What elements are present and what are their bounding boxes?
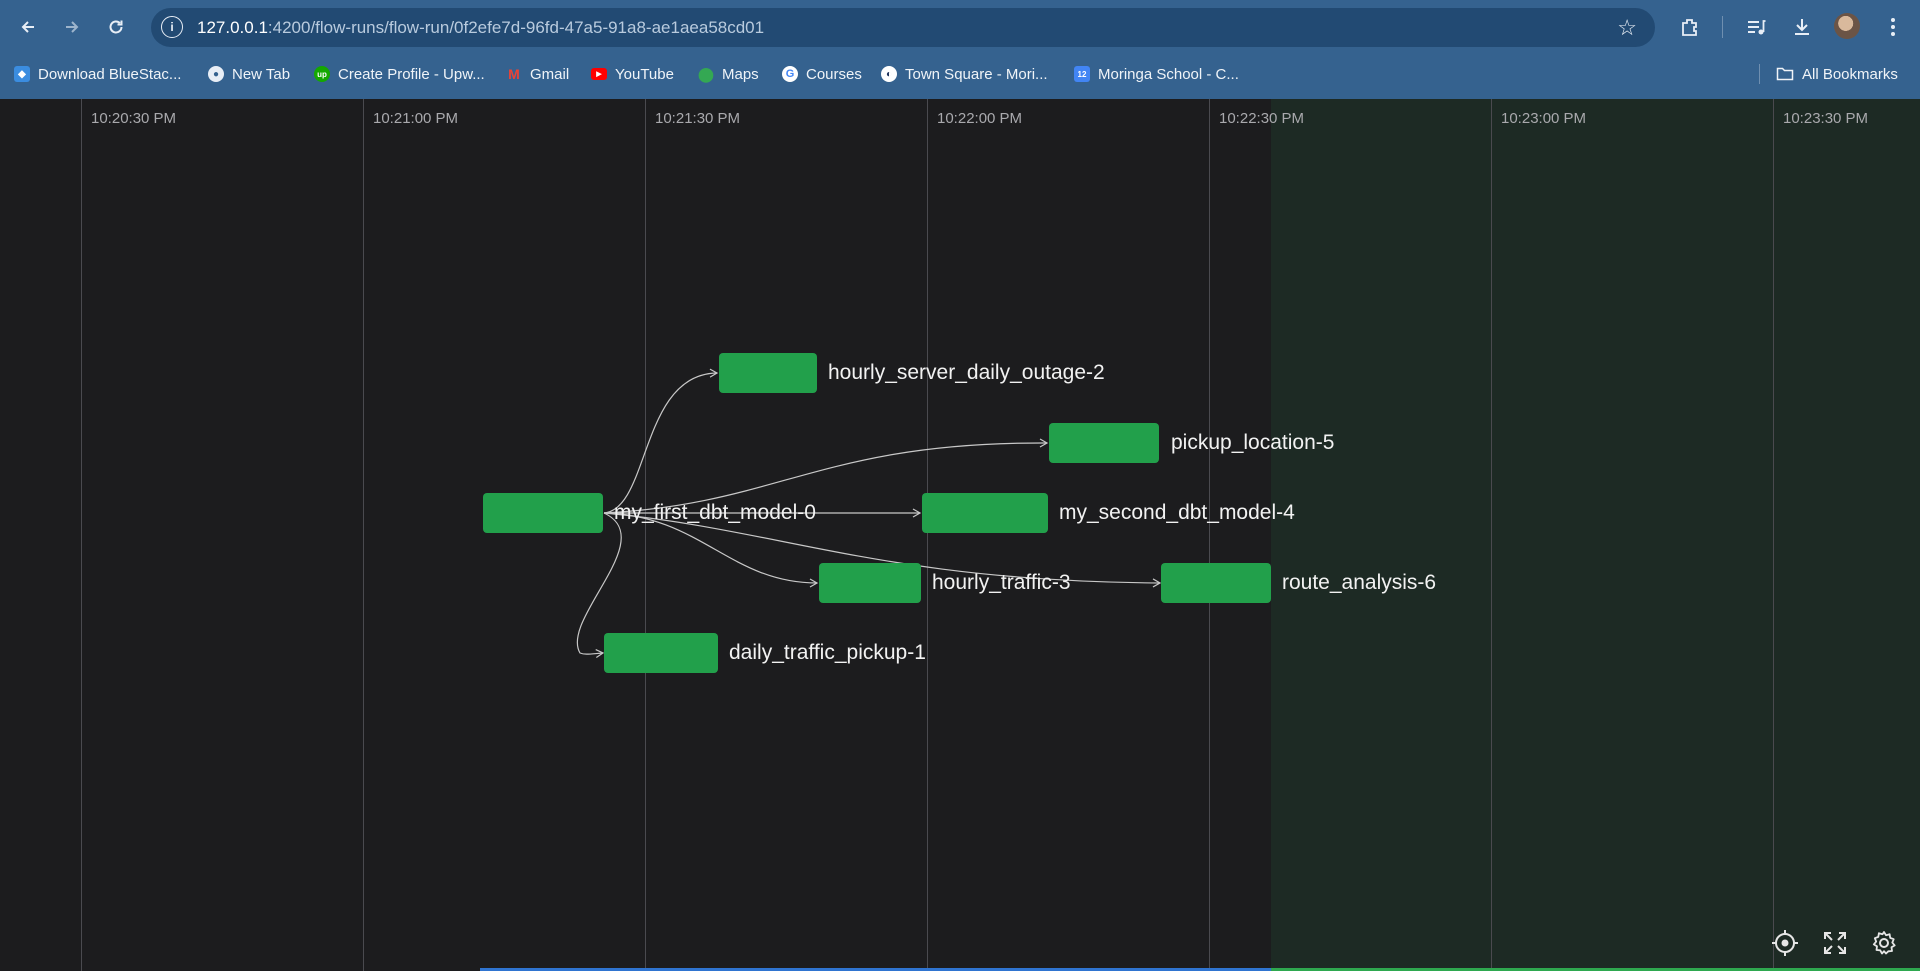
bookmark-item[interactable]: up Create Profile - Upw... bbox=[314, 62, 485, 86]
reload-icon bbox=[109, 20, 123, 34]
task-label: daily_traffic_pickup-1 bbox=[729, 641, 926, 664]
task-node-my-second-dbt-model[interactable] bbox=[922, 493, 1048, 533]
globe-icon: ● bbox=[208, 66, 224, 82]
task-label: pickup_location-5 bbox=[1171, 431, 1335, 454]
bookmark-item[interactable]: ▶ YouTube bbox=[591, 62, 674, 86]
bookmark-item[interactable]: M Gmail bbox=[506, 62, 569, 86]
arrow-left-icon bbox=[21, 21, 34, 33]
bookmark-label: Create Profile - Upw... bbox=[338, 65, 485, 83]
calendar-icon: 12 bbox=[1074, 66, 1090, 82]
bookmark-label: YouTube bbox=[615, 65, 674, 83]
settings-button[interactable] bbox=[1869, 928, 1899, 958]
browser-menu-icon[interactable] bbox=[1878, 12, 1908, 42]
recenter-button[interactable] bbox=[1770, 928, 1800, 958]
bookmark-item[interactable]: ◐ Town Square - Mori... bbox=[881, 62, 1048, 86]
forward-button[interactable] bbox=[56, 11, 88, 43]
task-label: hourly_traffic-3 bbox=[932, 571, 1071, 594]
bookmark-label: New Tab bbox=[232, 65, 291, 83]
task-node-daily-traffic-pickup[interactable] bbox=[604, 633, 718, 673]
bookmark-item[interactable]: ● New Tab bbox=[208, 62, 290, 86]
download-icon[interactable] bbox=[1787, 12, 1817, 42]
arrow-right-icon bbox=[66, 21, 79, 33]
bookmark-label: Town Square - Mori... bbox=[905, 65, 1048, 83]
crosshair-icon bbox=[1772, 930, 1798, 956]
browser-chrome: i 127.0.0.1:4200/flow-runs/flow-run/0f2e… bbox=[0, 0, 1920, 99]
gmail-icon: M bbox=[508, 66, 520, 82]
task-label: route_analysis-6 bbox=[1282, 571, 1437, 594]
task-node-pickup-location[interactable] bbox=[1049, 423, 1159, 463]
bookmark-label: Gmail bbox=[530, 65, 570, 83]
upwork-icon: up bbox=[314, 66, 330, 82]
youtube-icon: ▶ bbox=[591, 68, 607, 80]
back-button[interactable] bbox=[12, 11, 44, 43]
bookmark-item[interactable]: ⬤ Maps bbox=[698, 62, 759, 86]
bluestacks-icon: ◆ bbox=[14, 66, 30, 82]
bookmark-label: Courses bbox=[806, 65, 862, 83]
mattermost-icon: ◐ bbox=[881, 66, 897, 82]
google-icon: G bbox=[782, 66, 798, 82]
task-label: my_second_dbt_model-4 bbox=[1059, 501, 1295, 524]
dependency-edges bbox=[576, 368, 1162, 659]
all-bookmarks-button[interactable]: All Bookmarks bbox=[1776, 62, 1898, 86]
maps-icon: ⬤ bbox=[698, 65, 714, 82]
browser-toolbar: i 127.0.0.1:4200/flow-runs/flow-run/0f2e… bbox=[0, 0, 1920, 54]
bookmark-item[interactable]: ◆ Download BlueStac... bbox=[14, 62, 181, 86]
task-label: hourly_server_daily_outage-2 bbox=[828, 361, 1105, 384]
site-info-icon[interactable]: i bbox=[161, 16, 183, 38]
url-text[interactable]: 127.0.0.1:4200/flow-runs/flow-run/0f2efe… bbox=[197, 18, 764, 38]
fullscreen-icon bbox=[1824, 932, 1846, 954]
all-bookmarks-label: All Bookmarks bbox=[1802, 65, 1898, 83]
bookmarks-bar: ◆ Download BlueStac... ● New Tab up Crea… bbox=[0, 57, 1920, 91]
folder-icon bbox=[1776, 67, 1794, 81]
extensions-icon[interactable] bbox=[1675, 12, 1705, 42]
bookmark-label: Download BlueStac... bbox=[38, 65, 182, 83]
reload-button[interactable] bbox=[100, 11, 132, 43]
fullscreen-button[interactable] bbox=[1820, 928, 1850, 958]
toolbar-separator bbox=[1722, 16, 1723, 38]
task-node-route-analysis[interactable] bbox=[1161, 563, 1271, 603]
bookmark-label: Moringa School - C... bbox=[1098, 65, 1239, 83]
task-node-hourly-server-daily-outage[interactable] bbox=[719, 353, 817, 393]
task-label: my_first_dbt_model-0 bbox=[614, 501, 816, 524]
bookmarks-separator bbox=[1759, 64, 1760, 84]
bookmark-star-icon[interactable]: ☆ bbox=[1617, 15, 1637, 41]
address-bar[interactable]: i 127.0.0.1:4200/flow-runs/flow-run/0f2e… bbox=[151, 8, 1655, 47]
flow-run-graph[interactable]: 10:20:30 PM 10:21:00 PM 10:21:30 PM 10:2… bbox=[0, 99, 1920, 971]
task-node-hourly-traffic[interactable] bbox=[819, 563, 921, 603]
bookmark-item[interactable]: 12 Moringa School - C... bbox=[1074, 62, 1239, 86]
edge-to-hourly-server-daily-outage bbox=[603, 368, 719, 514]
bookmark-label: Maps bbox=[722, 65, 759, 83]
media-controls-icon[interactable] bbox=[1741, 12, 1771, 42]
task-node-my-first-dbt-model[interactable] bbox=[483, 493, 603, 533]
bookmark-item[interactable]: G Courses bbox=[782, 62, 862, 86]
profile-avatar[interactable] bbox=[1834, 13, 1860, 39]
gear-icon bbox=[1872, 931, 1896, 955]
